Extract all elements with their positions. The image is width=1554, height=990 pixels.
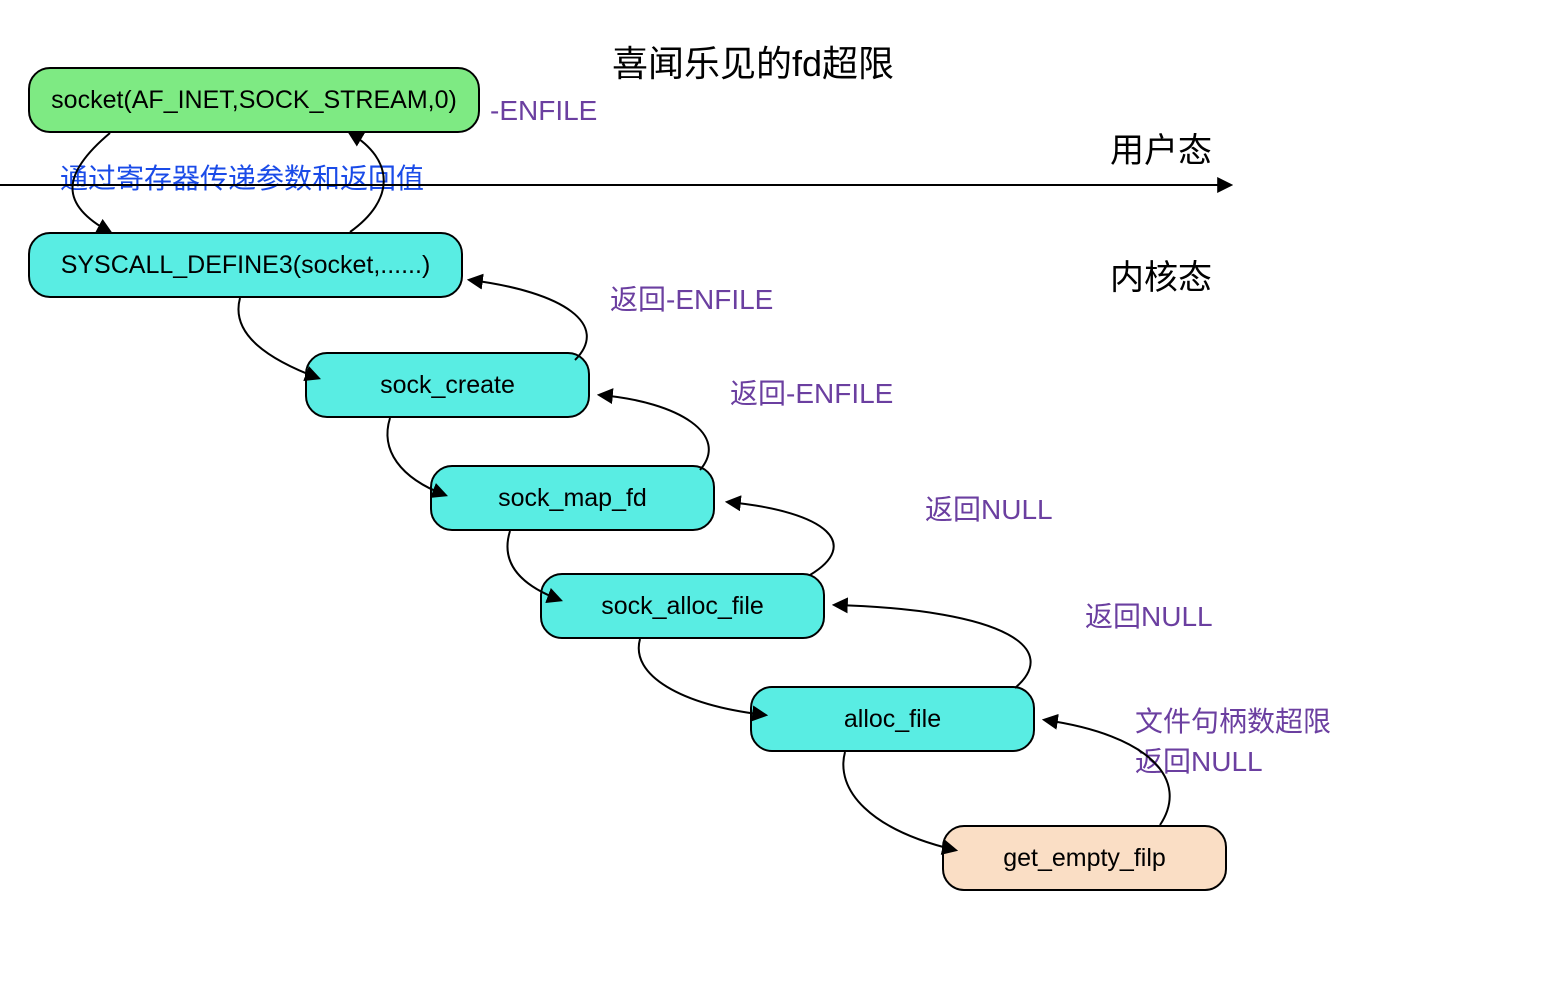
node-alloc-file: alloc_file [750, 686, 1035, 752]
node-get-empty-filp: get_empty_filp [942, 825, 1227, 891]
arrow-sockallocfile-to-allocfile [639, 639, 765, 715]
label-return-null-2: 返回NULL [1085, 595, 1213, 635]
node-sock-alloc-file: sock_alloc_file [540, 573, 825, 639]
kernelspace-label: 内核态 [1110, 250, 1212, 299]
label-return-enfile-1: 返回-ENFILE [610, 278, 773, 318]
node-sock-map-fd: sock_map_fd [430, 465, 715, 531]
arrow-sockallocfile-to-sockmapfd [728, 502, 834, 575]
arrows-overlay [0, 0, 1554, 990]
arrow-sockmapfd-to-sockcreate [600, 395, 709, 470]
label-file-limit-2: 返回NULL [1135, 740, 1263, 780]
label-return-enfile-2: 返回-ENFILE [730, 372, 893, 412]
node-sock-create: sock_create [305, 352, 590, 418]
label-register-pass: 通过寄存器传递参数和返回值 [60, 157, 424, 197]
node-socket-call: socket(AF_INET,SOCK_STREAM,0) [28, 67, 480, 133]
arrow-allocfile-to-getemptyfilp [843, 752, 955, 850]
label-file-limit-1: 文件句柄数超限 [1135, 700, 1331, 740]
label-enfile: -ENFILE [490, 95, 597, 127]
arrow-sockcreate-to-syscall [470, 280, 587, 360]
userspace-label: 用户态 [1110, 123, 1212, 172]
arrow-allocfile-to-sockallocfile [835, 605, 1031, 688]
node-syscall-define: SYSCALL_DEFINE3(socket,......) [28, 232, 463, 298]
diagram-title: 喜闻乐见的fd超限 [612, 35, 894, 87]
label-return-null-1: 返回NULL [925, 488, 1053, 528]
